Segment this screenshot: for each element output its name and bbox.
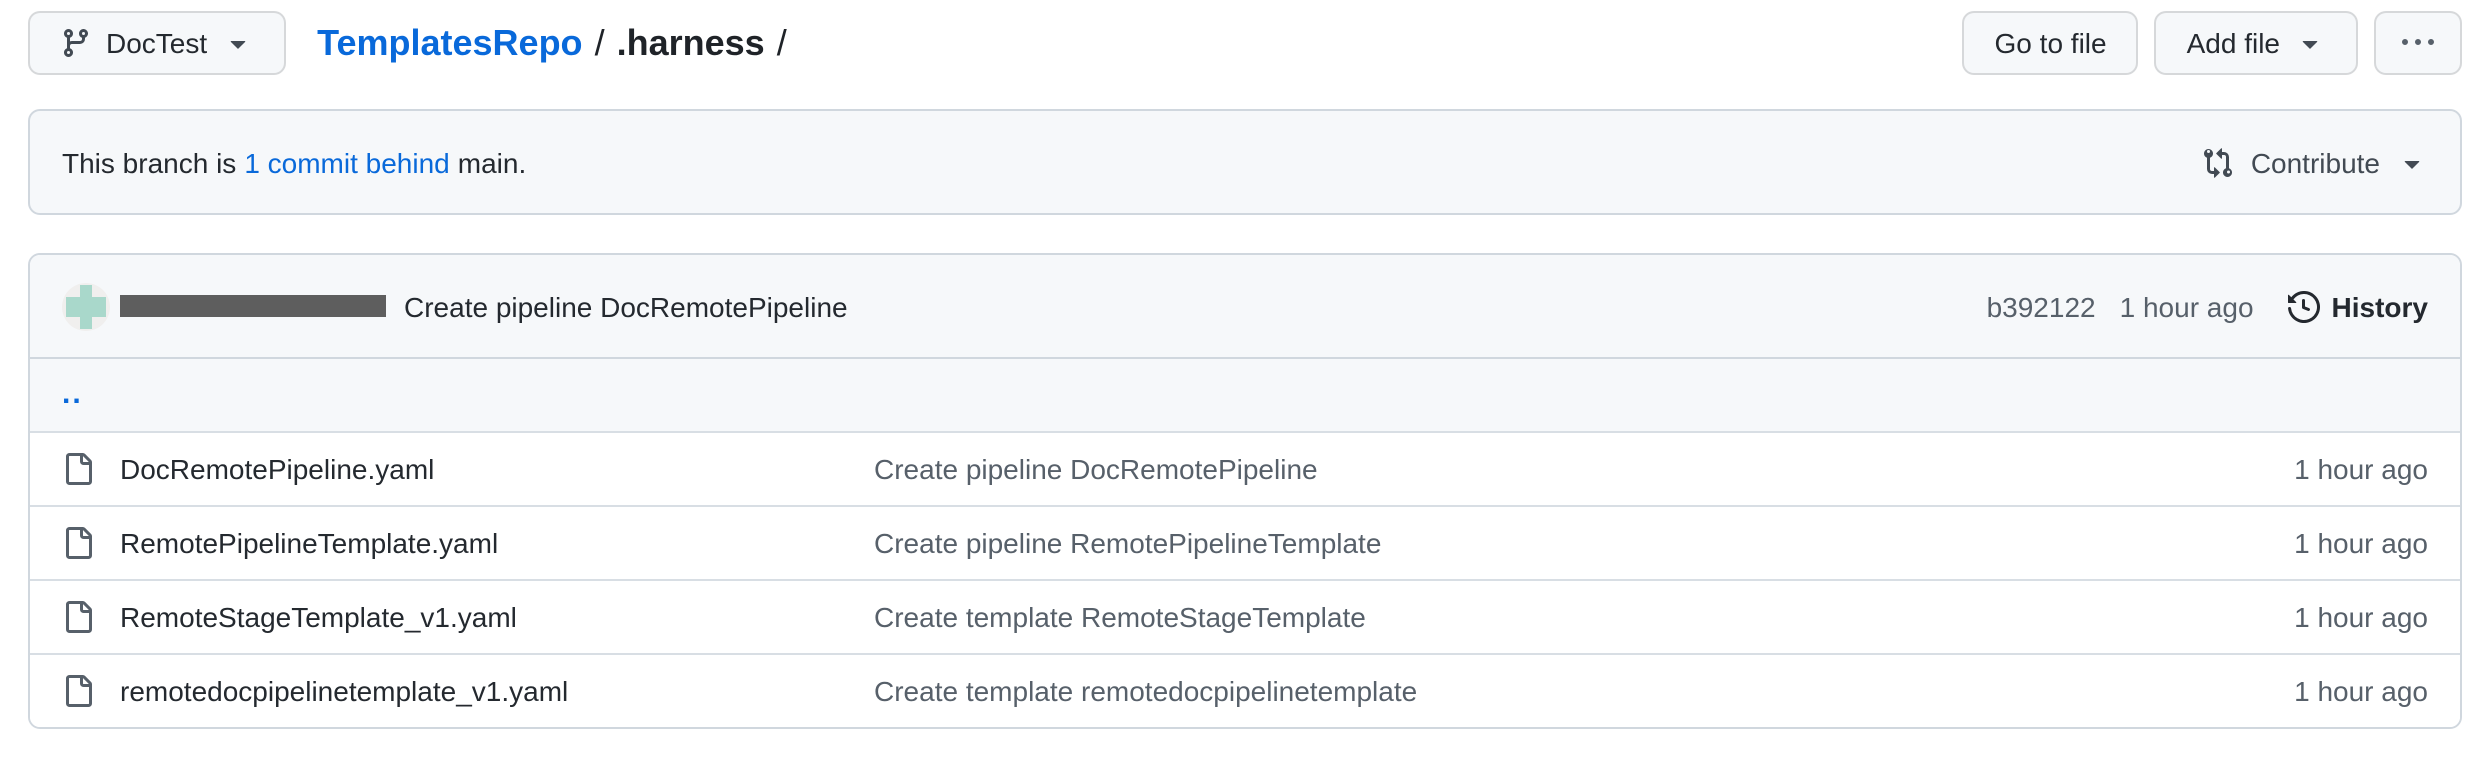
file-commit-time: 1 hour ago (2168, 601, 2428, 633)
file-commit-message-link[interactable]: Create pipeline DocRemotePipeline (874, 453, 1318, 485)
parent-directory-link[interactable]: .. (62, 385, 83, 405)
avatar-identicon (80, 284, 92, 328)
breadcrumb-repo-link[interactable]: TemplatesRepo (317, 11, 582, 75)
git-compare-icon (2203, 146, 2235, 178)
history-icon (2288, 290, 2320, 322)
branch-selector-label: DocTest (106, 29, 207, 57)
latest-commit-bar: Create pipeline DocRemotePipeline b39212… (30, 255, 2460, 359)
go-to-file-button[interactable]: Go to file (1963, 11, 2139, 75)
file-commit-message-cell: Create template RemoteStageTemplate (874, 601, 2168, 633)
toolbar-left: DocTest TemplatesRepo / .harness / (28, 11, 787, 75)
file-icon (62, 527, 94, 559)
file-icon (62, 601, 94, 633)
branch-status-message: This branch is 1 commit behind main. (62, 146, 526, 178)
branch-selector-button[interactable]: DocTest (28, 11, 285, 75)
file-commit-message-cell: Create pipeline DocRemotePipeline (874, 453, 2168, 485)
file-icon (62, 675, 94, 707)
file-row: DocRemotePipeline.yaml Create pipeline D… (30, 431, 2460, 505)
redacted-username (120, 295, 386, 317)
kebab-horizontal-icon (2402, 27, 2434, 59)
file-commit-message-cell: Create template remotedocpipelinetemplat… (874, 675, 2168, 707)
parent-directory-row: .. (30, 359, 2460, 431)
git-branch-icon (60, 27, 92, 59)
file-list: .. DocRemotePipeline.yaml Create pipelin… (30, 359, 2460, 727)
branch-status-suffix: main. (458, 146, 526, 178)
file-link[interactable]: remotedocpipelinetemplate_v1.yaml (120, 675, 568, 707)
toolbar-right: Go to file Add file (1963, 11, 2462, 75)
history-label: History (2332, 290, 2428, 322)
repo-page: DocTest TemplatesRepo / .harness / Go to… (0, 11, 2490, 775)
breadcrumb-separator: / (595, 11, 605, 75)
file-row: remotedocpipelinetemplate_v1.yaml Create… (30, 653, 2460, 727)
file-commit-message-link[interactable]: Create template remotedocpipelinetemplat… (874, 675, 1417, 707)
breadcrumb: TemplatesRepo / .harness / (317, 11, 787, 75)
file-browser: Create pipeline DocRemotePipeline b39212… (28, 253, 2462, 729)
file-commit-time: 1 hour ago (2168, 527, 2428, 559)
file-link[interactable]: DocRemotePipeline.yaml (120, 453, 434, 485)
file-commit-message-link[interactable]: Create pipeline RemotePipelineTemplate (874, 527, 1381, 559)
file-commit-message-cell: Create pipeline RemotePipelineTemplate (874, 527, 2168, 559)
file-icon (62, 453, 94, 485)
commits-behind-link[interactable]: 1 commit behind (244, 146, 449, 178)
repo-toolbar: DocTest TemplatesRepo / .harness / Go to… (28, 11, 2462, 75)
chevron-down-icon (2396, 146, 2428, 178)
add-file-label: Add file (2187, 29, 2280, 57)
branch-status-banner: This branch is 1 commit behind main. Con… (28, 109, 2462, 215)
file-name-cell: remotedocpipelinetemplate_v1.yaml (62, 675, 874, 707)
file-link[interactable]: RemotePipelineTemplate.yaml (120, 527, 498, 559)
file-commit-time: 1 hour ago (2168, 453, 2428, 485)
file-commit-time: 1 hour ago (2168, 675, 2428, 707)
file-link[interactable]: RemoteStageTemplate_v1.yaml (120, 601, 517, 633)
contribute-button[interactable]: Contribute (2203, 146, 2428, 178)
chevron-down-icon (2294, 27, 2326, 59)
go-to-file-label: Go to file (1995, 29, 2107, 57)
commit-message-link[interactable]: Create pipeline DocRemotePipeline (404, 290, 848, 322)
history-link[interactable]: History (2288, 290, 2428, 322)
commit-time: 1 hour ago (2120, 290, 2254, 322)
breadcrumb-separator: / (777, 11, 787, 75)
file-name-cell: DocRemotePipeline.yaml (62, 453, 874, 485)
file-commit-message-link[interactable]: Create template RemoteStageTemplate (874, 601, 1366, 633)
avatar[interactable] (62, 282, 110, 330)
file-row: RemoteStageTemplate_v1.yaml Create templ… (30, 579, 2460, 653)
add-file-button[interactable]: Add file (2155, 11, 2358, 75)
more-options-button[interactable] (2374, 11, 2462, 75)
commit-hash-link[interactable]: b392122 (1987, 290, 2096, 322)
commit-meta: b392122 1 hour ago History (1987, 290, 2428, 322)
branch-status-prefix: This branch is (62, 146, 236, 178)
breadcrumb-current-dir: .harness (617, 11, 765, 75)
contribute-label: Contribute (2251, 146, 2380, 178)
file-row: RemotePipelineTemplate.yaml Create pipel… (30, 505, 2460, 579)
file-name-cell: RemotePipelineTemplate.yaml (62, 527, 874, 559)
file-name-cell: RemoteStageTemplate_v1.yaml (62, 601, 874, 633)
chevron-down-icon (221, 27, 253, 59)
